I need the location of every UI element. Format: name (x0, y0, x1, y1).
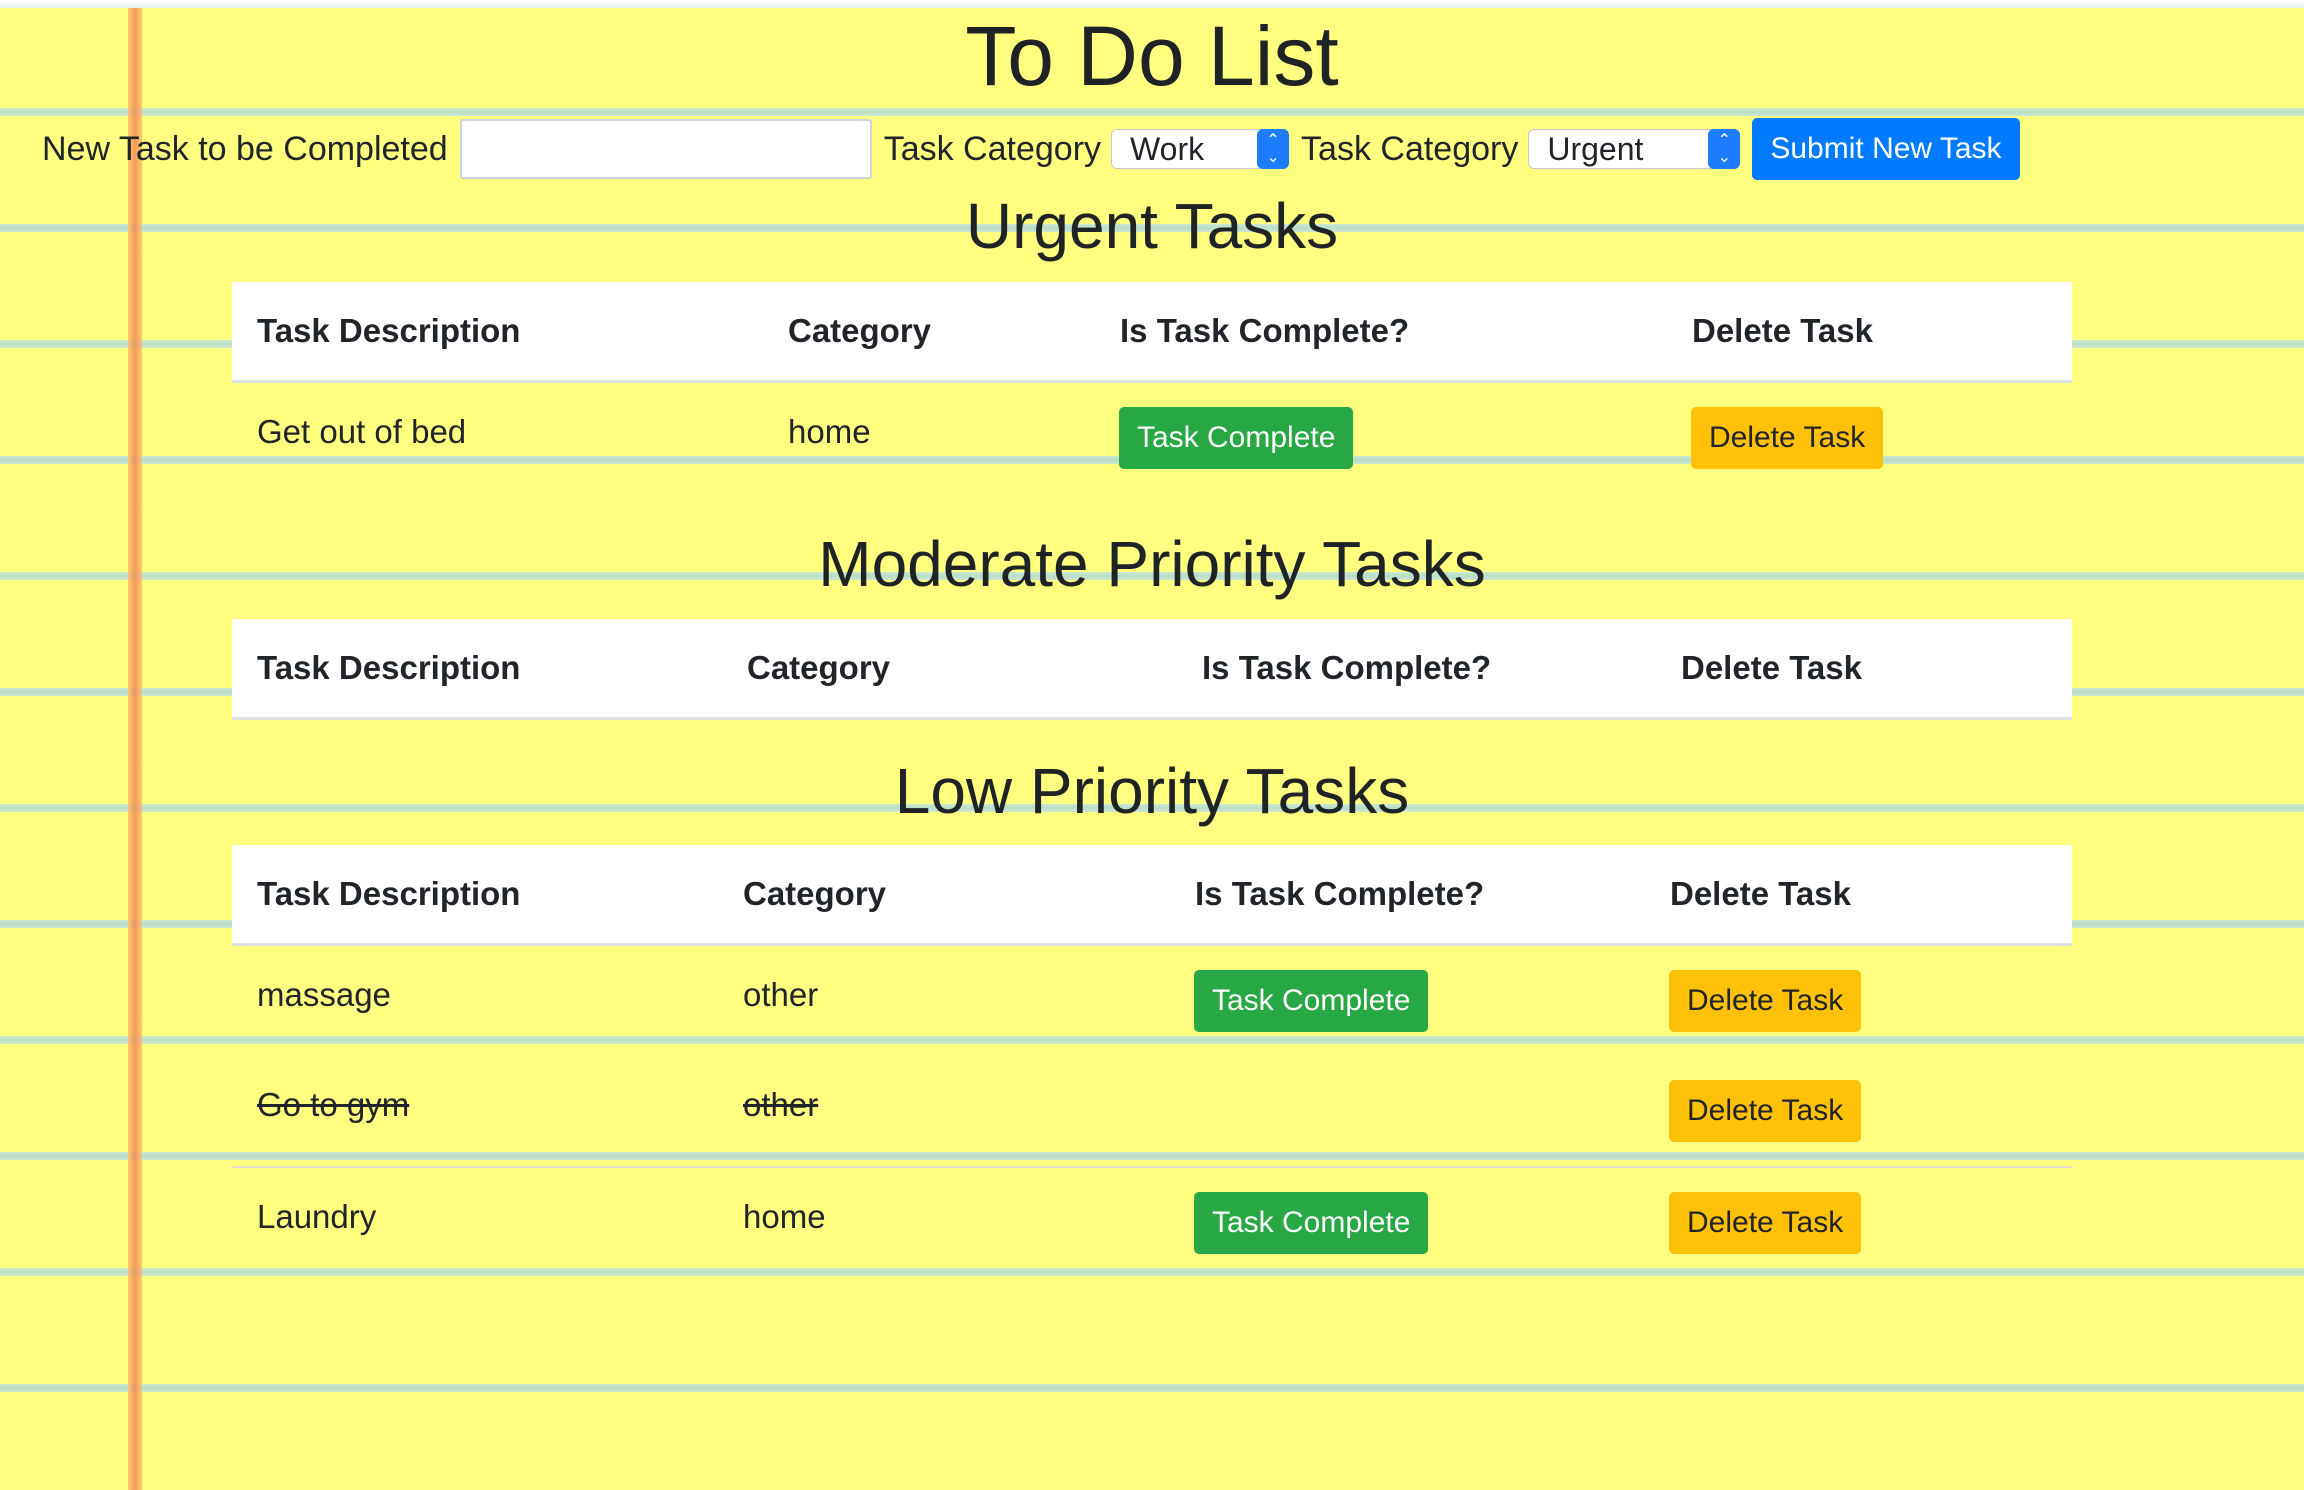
header-delete-task: Delete Task (1692, 312, 1873, 349)
task-description-cell: Get out of bed (257, 413, 467, 450)
table-row: massage other Task Complete Delete Task (232, 946, 2072, 1056)
delete-task-button[interactable]: Delete Task (1669, 1192, 1862, 1254)
header-is-complete: Is Task Complete? (1195, 875, 1485, 912)
task-description-cell: Laundry (257, 1198, 377, 1235)
urgent-tasks-table: Task Description Category Is Task Comple… (232, 282, 2072, 493)
task-category-select[interactable]: Work ⌃ ⌄ (1111, 129, 1290, 169)
moderate-tasks-table: Task Description Category Is Task Comple… (232, 619, 2072, 720)
task-category-cell: other (743, 1086, 819, 1123)
header-delete-task: Delete Task (1670, 875, 1851, 912)
task-complete-button[interactable]: Task Complete (1194, 1192, 1429, 1254)
header-task-description: Task Description (257, 649, 521, 686)
task-category-cell: home (743, 1198, 826, 1235)
task-description-cell: massage (257, 976, 391, 1013)
table-row: Laundry home Task Complete Delete Task (232, 1166, 2072, 1278)
header-task-description: Task Description (257, 875, 521, 912)
new-task-label: New Task to be Completed (42, 129, 448, 168)
task-category-cell: other (743, 976, 819, 1013)
header-category: Category (743, 875, 887, 912)
chevron-updown-icon: ⌃ ⌄ (1708, 129, 1741, 169)
task-complete-button[interactable]: Task Complete (1194, 970, 1429, 1032)
header-category: Category (747, 649, 891, 686)
task-category-value: Work (1130, 131, 1205, 167)
moderate-tasks-title: Moderate Priority Tasks (818, 528, 1486, 600)
submit-new-task-button[interactable]: Submit New Task (1752, 118, 2020, 180)
low-tasks-table: Task Description Category Is Task Comple… (232, 845, 2072, 1278)
task-priority-select[interactable]: Urgent ⌃ ⌄ (1528, 129, 1741, 169)
task-description-cell: Go to gym (257, 1086, 410, 1123)
urgent-tasks-title: Urgent Tasks (965, 190, 1339, 262)
table-header: Task Description Category Is Task Comple… (232, 845, 2072, 946)
page-title: To Do List (965, 9, 1339, 103)
task-category-label: Task Category (883, 129, 1102, 168)
header-delete-task: Delete Task (1681, 649, 1862, 686)
chevron-updown-icon: ⌃ ⌄ (1257, 129, 1290, 169)
new-task-form: New Task to be Completed Task Category W… (42, 114, 2020, 184)
task-priority-label: Task Category (1301, 129, 1519, 168)
task-category-cell: home (788, 413, 871, 450)
table-row: Get out of bed home Task Complete Delete… (232, 383, 2072, 493)
delete-task-button[interactable]: Delete Task (1691, 407, 1884, 469)
low-tasks-title: Low Priority Tasks (894, 755, 1410, 827)
delete-task-button[interactable]: Delete Task (1669, 970, 1862, 1032)
delete-task-button[interactable]: Delete Task (1669, 1080, 1862, 1142)
header-category: Category (788, 312, 932, 349)
header-is-complete: Is Task Complete? (1120, 312, 1410, 349)
header-task-description: Task Description (257, 312, 521, 349)
table-header: Task Description Category Is Task Comple… (232, 282, 2072, 383)
new-task-input[interactable] (459, 119, 872, 179)
task-priority-value: Urgent (1547, 131, 1644, 167)
task-complete-button[interactable]: Task Complete (1119, 407, 1354, 469)
table-header: Task Description Category Is Task Comple… (232, 619, 2072, 720)
header-is-complete: Is Task Complete? (1202, 649, 1492, 686)
table-row-completed: Go to gym other Delete Task (232, 1056, 2072, 1166)
